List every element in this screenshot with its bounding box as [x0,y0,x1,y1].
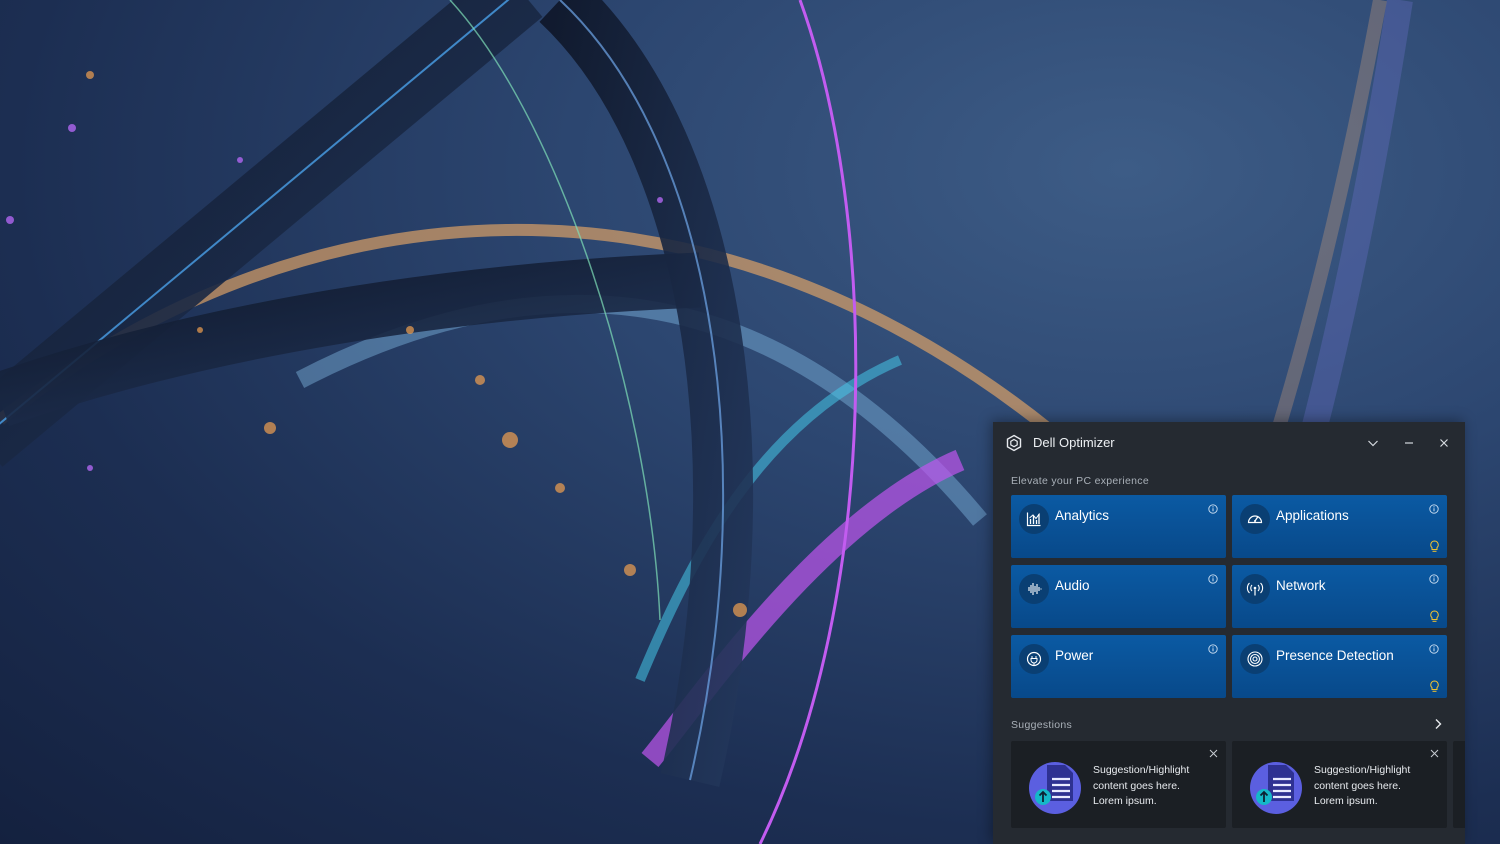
document-upload-icon [1029,762,1081,814]
close-icon[interactable] [1209,749,1218,758]
suggestion-card[interactable]: Suggestion/Highlight content goes here. … [1232,741,1447,828]
tile-label: Power [1055,648,1094,663]
tile-label: Analytics [1055,508,1110,523]
info-icon[interactable] [1429,644,1439,654]
tile-label: Network [1276,578,1326,593]
document-upload-icon [1250,762,1302,814]
dell-optimizer-logo-icon [1006,434,1022,452]
info-icon[interactable] [1208,574,1218,584]
suggestion-card-partial[interactable] [1453,741,1465,828]
tile-label: Audio [1055,578,1090,593]
info-icon[interactable] [1429,574,1439,584]
tile-label: Presence Detection [1276,648,1394,663]
suggestion-text: Suggestion/Highlight content goes here. … [1314,764,1411,807]
title-bar: Dell Optimizer [993,422,1465,464]
speedometer-icon [1247,515,1263,524]
collapse-button[interactable] [1363,433,1383,453]
section-heading-suggestions: Suggestions [1011,719,1073,731]
close-icon [1440,439,1448,447]
lightbulb-icon[interactable] [1429,610,1440,623]
info-icon[interactable] [1208,504,1218,514]
app-title: Dell Optimizer [1033,435,1115,450]
presence-detection-icon [1247,651,1263,667]
power-plug-icon [1026,651,1042,667]
tile-applications[interactable]: Applications [1232,495,1447,558]
analytics-chart-icon [1026,512,1041,527]
minimize-icon [1405,442,1413,444]
tile-network[interactable]: Network [1232,565,1447,628]
section-heading-elevate: Elevate your PC experience [1011,475,1149,487]
tile-presence-detection[interactable]: Presence Detection [1232,635,1447,698]
network-antenna-icon [1246,582,1264,596]
minimize-button[interactable] [1399,433,1419,453]
chevron-down-icon [1368,440,1378,447]
audio-waveform-icon [1028,583,1042,595]
tile-audio[interactable]: Audio [1011,565,1226,628]
lightbulb-icon[interactable] [1429,540,1440,553]
chevron-right-icon[interactable] [1431,717,1445,731]
dell-optimizer-window: Dell Optimizer Elevate your PC experienc… [993,422,1465,844]
tile-label: Applications [1276,508,1349,523]
close-button[interactable] [1434,433,1454,453]
lightbulb-icon[interactable] [1429,680,1440,693]
info-icon[interactable] [1429,504,1439,514]
info-icon[interactable] [1208,644,1218,654]
tile-power[interactable]: Power [1011,635,1226,698]
close-icon[interactable] [1430,749,1439,758]
suggestion-text: Suggestion/Highlight content goes here. … [1093,764,1190,807]
tile-analytics[interactable]: Analytics [1011,495,1226,558]
suggestion-card[interactable]: Suggestion/Highlight content goes here. … [1011,741,1226,828]
